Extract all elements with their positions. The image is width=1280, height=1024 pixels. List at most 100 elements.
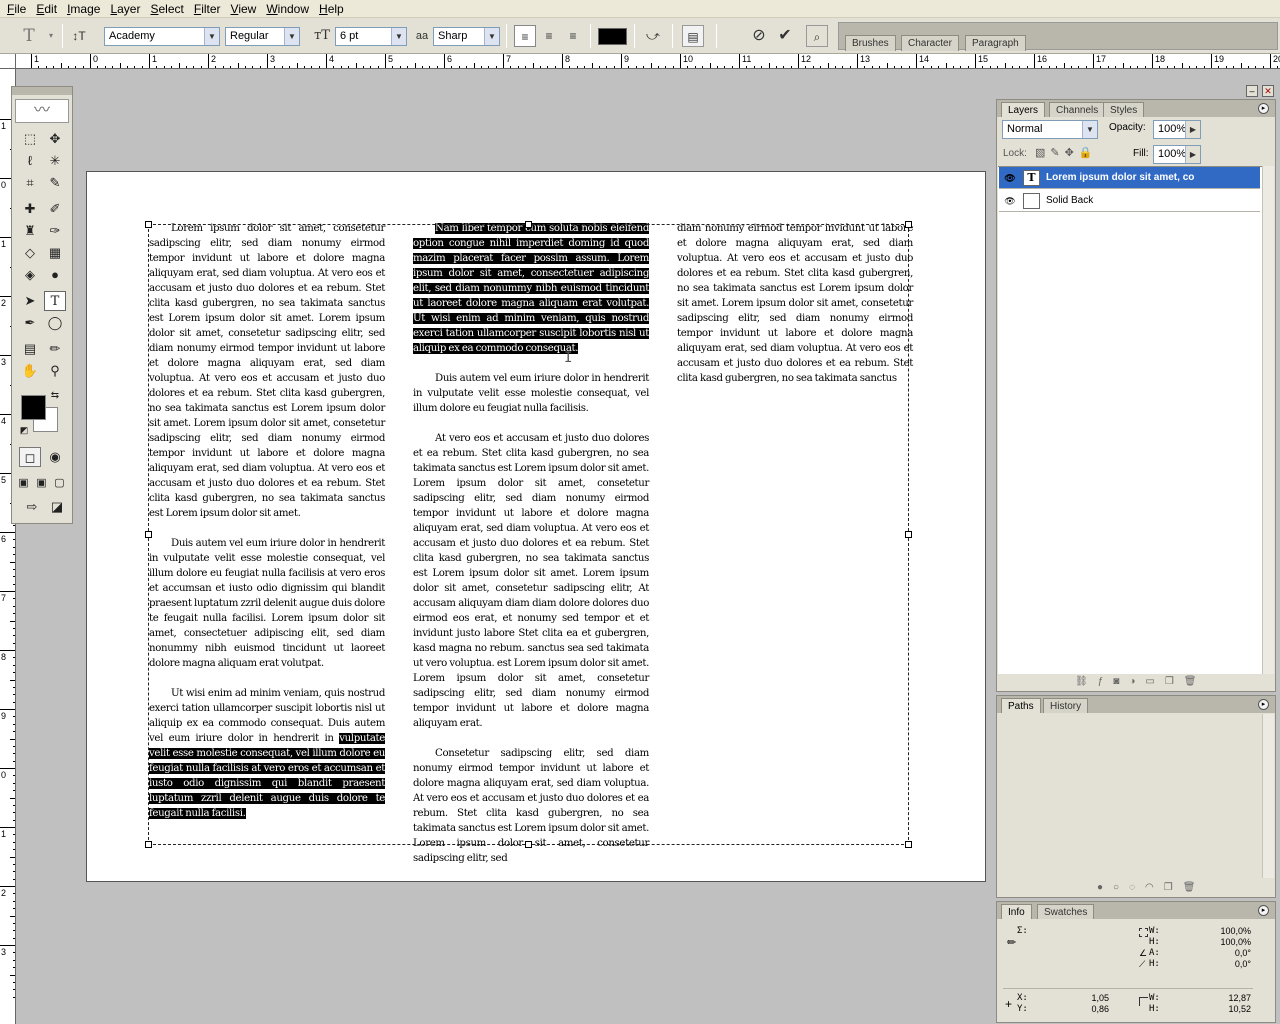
horizontal-ruler[interactable]: 101234567891011121314151617181920	[16, 54, 1280, 69]
hand-tool-icon[interactable]: ✋	[19, 361, 41, 381]
marquee-tool-icon[interactable]: ⬚	[19, 129, 41, 149]
type-tool-icon[interactable]: T	[44, 291, 66, 311]
cancel-icon[interactable]: ⊘	[748, 25, 770, 47]
trash-icon[interactable]: 🗑	[1184, 676, 1197, 690]
antialias-select[interactable]: Sharp ▼	[433, 27, 500, 46]
menu-image[interactable]: Image	[62, 0, 105, 18]
menu-file[interactable]: File	[2, 0, 31, 18]
panel-menu-icon[interactable]: ▸	[1258, 699, 1269, 710]
paths-scrollbar[interactable]	[1262, 714, 1274, 878]
fill-path-icon[interactable]: ●	[1097, 882, 1103, 896]
tool-palette-titlebar[interactable]	[12, 87, 72, 95]
bbox-handle-left[interactable]	[145, 531, 152, 538]
new-layer-icon[interactable]: ❐	[1165, 676, 1174, 690]
tab-swatches[interactable]: Swatches	[1037, 904, 1095, 919]
eyedropper-tool-icon[interactable]: ✏	[44, 339, 66, 359]
tab-info[interactable]: Info	[1001, 904, 1032, 919]
palette-tab-character[interactable]: Character	[901, 35, 959, 51]
slice-tool-icon[interactable]: ✎	[44, 173, 66, 193]
tab-layers[interactable]: Layers	[1001, 102, 1046, 117]
link-icon[interactable]: ⛓	[1075, 676, 1088, 690]
adjustment-layer-icon[interactable]: ◑	[1129, 676, 1135, 690]
notes-tool-icon[interactable]: ▤	[19, 339, 41, 359]
close-icon[interactable]: ✕	[1262, 85, 1274, 97]
path-selection-tool-icon[interactable]: ➤	[19, 291, 41, 311]
layer-style-icon[interactable]: ƒ	[1098, 676, 1104, 690]
palette-tab-brushes[interactable]: Brushes	[845, 35, 896, 51]
text-bounding-box[interactable]	[145, 221, 912, 848]
bbox-handle-top-left[interactable]	[145, 221, 152, 228]
blend-mode-select[interactable]: Normal ▼	[1002, 120, 1098, 139]
ellipse-tool-icon[interactable]: ◯	[44, 313, 66, 333]
imageready-icon[interactable]: ◪	[46, 497, 68, 517]
align-left-icon[interactable]: ≡	[514, 25, 536, 47]
type-tool-preset-icon[interactable]: T	[18, 25, 40, 47]
eye-icon[interactable]: 👁	[1003, 171, 1017, 185]
align-right-icon[interactable]: ≡	[562, 25, 584, 47]
gradient-tool-icon[interactable]: ▦	[44, 243, 66, 263]
chevron-right-icon[interactable]: ▶	[1185, 146, 1200, 163]
bbox-handle-top[interactable]	[525, 221, 532, 228]
load-selection-icon[interactable]: ◌	[1129, 882, 1135, 896]
new-group-icon[interactable]: ▭	[1145, 676, 1154, 690]
swap-colors-icon[interactable]: ⇆	[48, 389, 62, 403]
dodge-tool-icon[interactable]: ●	[44, 265, 66, 285]
tab-channels[interactable]: Channels	[1049, 102, 1106, 117]
bbox-handle-top-right[interactable]	[905, 221, 912, 228]
menu-edit[interactable]: Edit	[31, 0, 62, 18]
jump-to-imageready-icon[interactable]: ⇨	[19, 497, 45, 517]
crop-tool-icon[interactable]: ⌗	[19, 173, 41, 193]
zoom-tool-icon[interactable]: ⚲	[44, 361, 66, 381]
document-canvas[interactable]: Lorem ipsum dolor sit amet, consetetur s…	[86, 171, 986, 882]
align-center-icon[interactable]: ≡	[538, 25, 560, 47]
full-screen-mode-icon[interactable]: ▢	[51, 473, 68, 493]
opacity-input[interactable]: 100% ▶	[1153, 120, 1201, 139]
lasso-tool-icon[interactable]: ℓ	[19, 151, 41, 171]
brush-tool-icon[interactable]: ✐	[44, 199, 66, 219]
bbox-handle-bottom-right[interactable]	[905, 841, 912, 848]
stroke-path-icon[interactable]: ○	[1113, 882, 1119, 896]
feather-logo-icon[interactable]: 〰	[15, 99, 69, 123]
text-orientation-icon[interactable]: ↕T	[68, 25, 90, 47]
default-colors-icon[interactable]: ◩	[17, 423, 31, 437]
quick-mask-mode-icon[interactable]: ◉	[44, 447, 66, 467]
text-color-swatch[interactable]	[598, 28, 627, 45]
layer-row-solid-back[interactable]: 👁 Solid Back	[999, 190, 1260, 212]
warp-text-icon[interactable]: ⤻	[642, 25, 664, 47]
ruler-origin[interactable]	[0, 54, 16, 69]
palette-tab-paragraph[interactable]: Paragraph	[965, 35, 1026, 51]
add-mask-icon[interactable]: ◙	[1113, 676, 1119, 690]
eraser-tool-icon[interactable]: ◇	[19, 243, 41, 263]
menu-layer[interactable]: Layer	[105, 0, 145, 18]
tab-paths[interactable]: Paths	[1001, 698, 1041, 713]
bbox-handle-bottom-left[interactable]	[145, 841, 152, 848]
panel-menu-icon[interactable]: ▸	[1258, 103, 1269, 114]
menu-help[interactable]: Help	[314, 0, 349, 18]
standard-screen-mode-icon[interactable]: ▣	[15, 473, 32, 493]
trash-icon[interactable]: 🗑	[1183, 882, 1196, 896]
magic-wand-tool-icon[interactable]: ✳	[44, 151, 66, 171]
standard-mode-icon[interactable]: ◻	[19, 447, 41, 467]
bbox-handle-bottom[interactable]	[525, 841, 532, 848]
eye-icon[interactable]: 👁	[1003, 194, 1017, 208]
palettes-toggle-icon[interactable]: ▤	[682, 25, 704, 47]
lock-icons[interactable]: ▧✎✥🔒	[1035, 146, 1098, 159]
preset-dropdown-icon[interactable]: ▾	[40, 25, 62, 47]
font-size-select[interactable]: 6 pt ▼	[335, 27, 407, 46]
tab-history[interactable]: History	[1043, 698, 1089, 713]
layer-row-text[interactable]: 👁 T Lorem ipsum dolor sit amet, co	[999, 167, 1260, 189]
pen-tool-icon[interactable]: ✒	[19, 313, 41, 333]
clone-stamp-tool-icon[interactable]: ♜	[19, 221, 41, 241]
make-work-path-icon[interactable]: ◠	[1145, 882, 1154, 896]
fill-input[interactable]: 100% ▶	[1153, 145, 1201, 164]
healing-brush-tool-icon[interactable]: ✚	[19, 199, 41, 219]
file-browser-icon[interactable]: ⌕	[806, 25, 828, 47]
menu-view[interactable]: View	[226, 0, 262, 18]
commit-check-icon[interactable]: ✔	[774, 25, 796, 47]
menu-window[interactable]: Window	[261, 0, 314, 18]
panel-menu-icon[interactable]: ▸	[1258, 905, 1269, 916]
tab-styles[interactable]: Styles	[1103, 102, 1145, 117]
bbox-handle-right[interactable]	[905, 531, 912, 538]
blur-tool-icon[interactable]: ◈	[19, 265, 41, 285]
full-screen-menu-mode-icon[interactable]: ▣	[33, 473, 50, 493]
